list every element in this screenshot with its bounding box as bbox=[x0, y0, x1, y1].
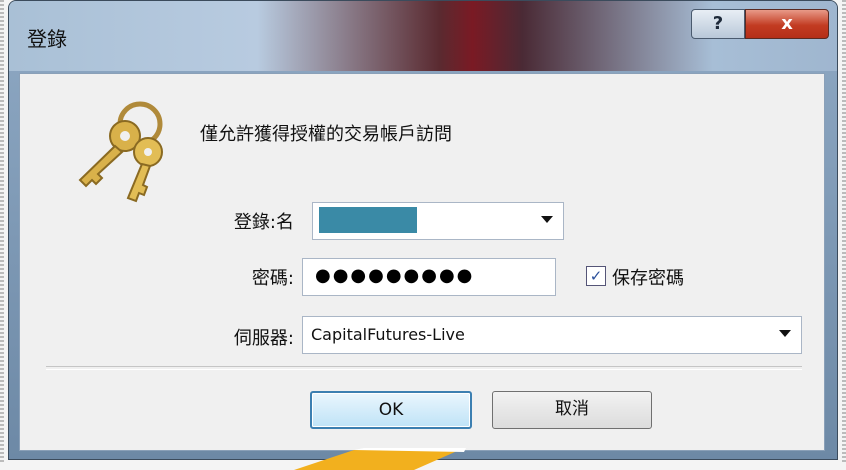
dialog-body: 僅允許獲得授權的交易帳戶訪問 登錄:名 密碼: ●●●●●●●●● ✓ 保存密碼… bbox=[19, 73, 825, 451]
screen-edge-left bbox=[0, 0, 4, 462]
callout-arrow bbox=[294, 448, 466, 470]
access-message: 僅允許獲得授權的交易帳戶訪問 bbox=[200, 124, 452, 145]
window-title: 登錄 bbox=[27, 27, 67, 51]
server-combo[interactable]: CapitalFutures-Live bbox=[302, 316, 802, 354]
ok-button[interactable]: OK bbox=[310, 391, 472, 429]
title-bar[interactable]: 登錄 ? x bbox=[9, 1, 837, 71]
save-password-label[interactable]: 保存密碼 bbox=[612, 264, 684, 290]
login-name-label: 登錄:名 bbox=[233, 212, 294, 233]
help-button[interactable]: ? bbox=[691, 9, 745, 39]
password-field[interactable]: ●●●●●●●●● bbox=[302, 258, 556, 296]
cancel-button[interactable]: 取消 bbox=[492, 391, 652, 429]
chevron-down-icon[interactable] bbox=[541, 216, 553, 223]
server-value: CapitalFutures-Live bbox=[311, 325, 465, 344]
redacted-login bbox=[319, 207, 417, 233]
login-name-combo[interactable] bbox=[312, 202, 564, 240]
divider bbox=[46, 366, 802, 370]
chevron-down-icon[interactable] bbox=[779, 330, 791, 337]
login-dialog: 登錄 ? x 僅允許獲得授權的交易帳戶訪問 登錄:名 密碼: ●●●●●●●●●… bbox=[8, 0, 838, 460]
password-label: 密碼: bbox=[251, 268, 294, 289]
save-password-checkbox[interactable]: ✓ bbox=[586, 266, 606, 286]
screen-edge-right bbox=[842, 0, 846, 462]
keys-icon bbox=[78, 101, 163, 203]
server-label: 伺服器: bbox=[233, 328, 294, 349]
close-button[interactable]: x bbox=[745, 9, 829, 39]
